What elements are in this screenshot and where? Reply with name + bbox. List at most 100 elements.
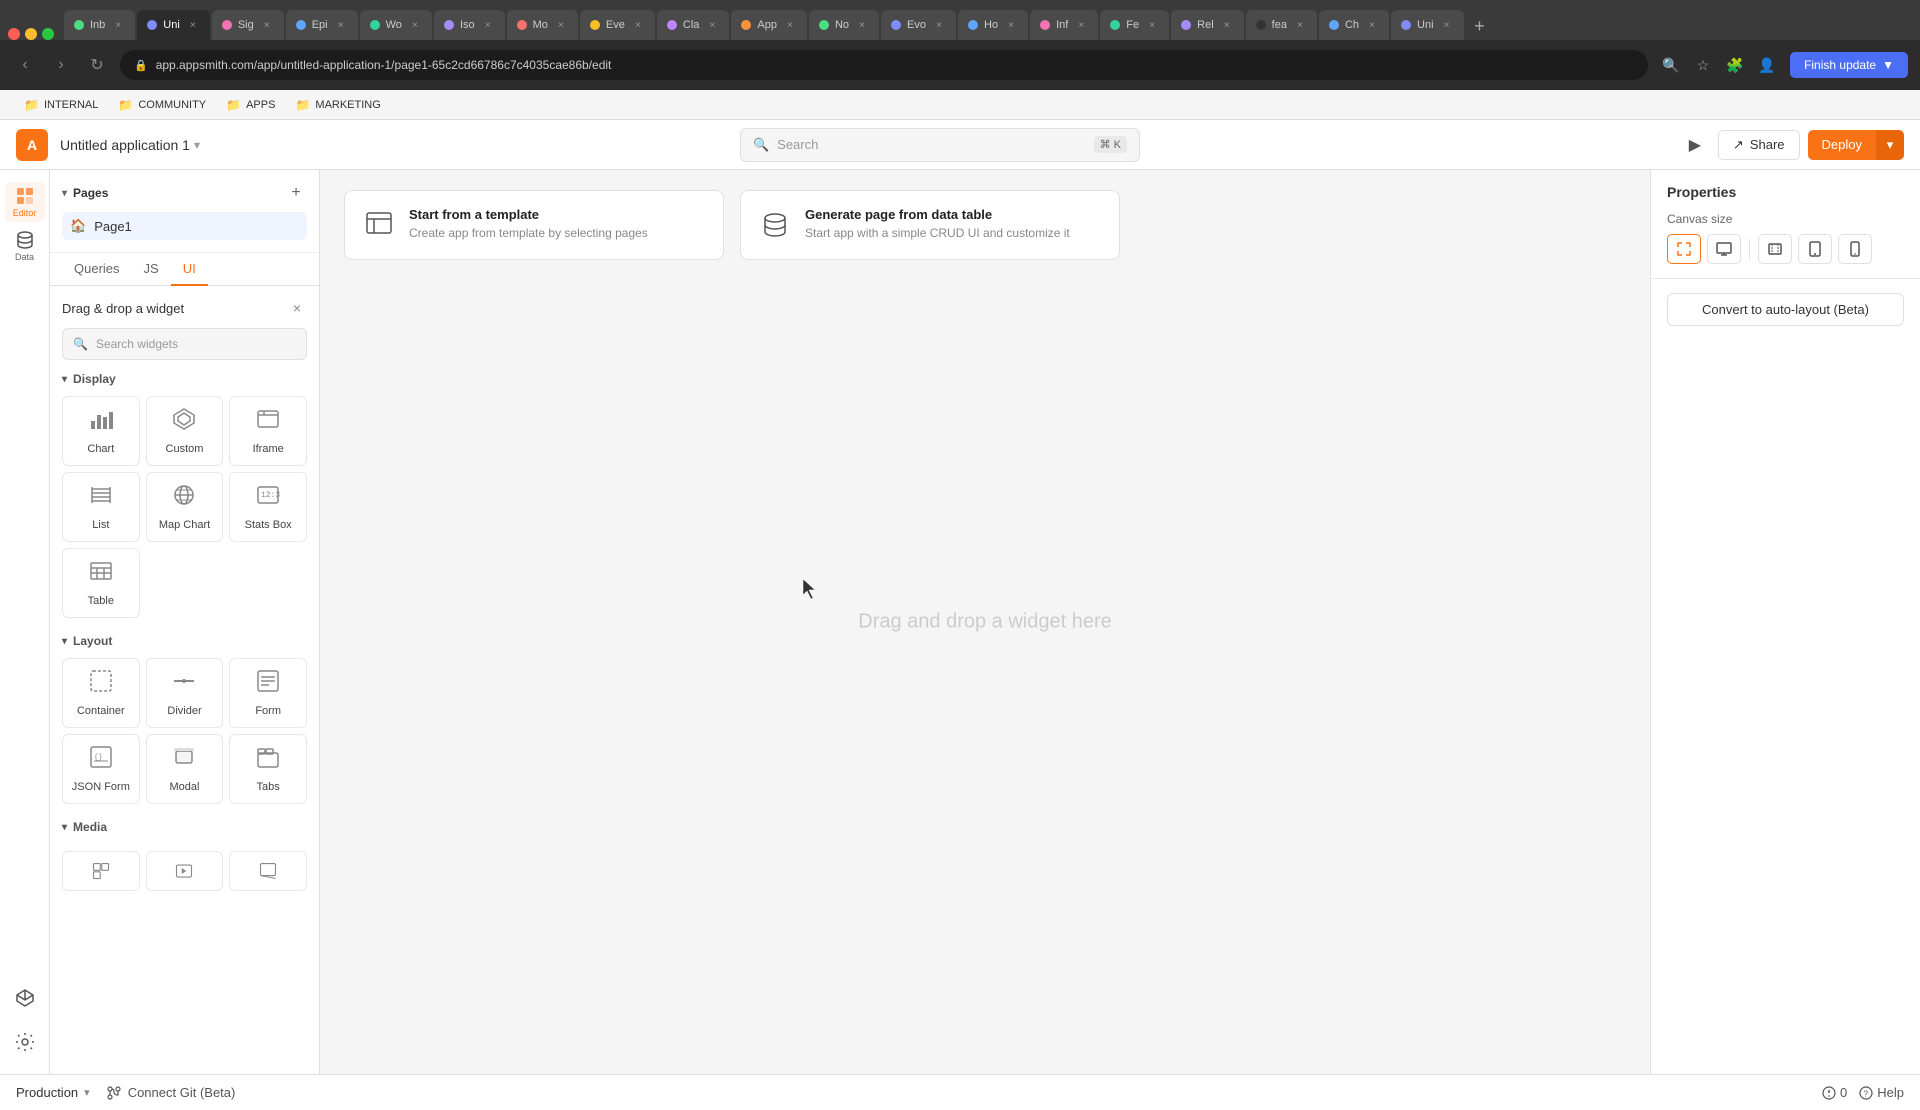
forward-button[interactable]: › bbox=[48, 52, 74, 78]
deploy-button[interactable]: Deploy bbox=[1808, 130, 1876, 160]
bookmark-community[interactable]: 📁 COMMUNITY bbox=[110, 95, 214, 115]
widget-table[interactable]: Table bbox=[62, 548, 140, 618]
issue-count[interactable]: 0 bbox=[1822, 1085, 1847, 1100]
tab-close-uni2[interactable]: × bbox=[1440, 18, 1454, 32]
close-window-btn[interactable] bbox=[8, 28, 20, 40]
canvas-size-mobile[interactable] bbox=[1838, 234, 1872, 264]
play-button[interactable]: ▶ bbox=[1680, 130, 1710, 160]
layout-category-title[interactable]: ▾ Layout bbox=[62, 634, 307, 648]
tab-mo[interactable]: Mo × bbox=[507, 10, 578, 40]
deploy-caret-button[interactable]: ▾ bbox=[1876, 130, 1904, 160]
tab-close-mo[interactable]: × bbox=[554, 18, 568, 32]
media-item-partial-2[interactable] bbox=[146, 851, 224, 891]
tab-epi[interactable]: Epi × bbox=[286, 10, 358, 40]
tab-fe[interactable]: Fe × bbox=[1100, 10, 1169, 40]
tab-close-ch[interactable]: × bbox=[1365, 18, 1379, 32]
widget-json-form[interactable]: {} JSON Form bbox=[62, 734, 140, 804]
data-nav-item[interactable]: Data bbox=[5, 226, 45, 266]
bookmark-btn[interactable]: ☆ bbox=[1690, 52, 1716, 78]
template-card-2[interactable]: Generate page from data table Start app … bbox=[740, 190, 1120, 260]
tab-close-no[interactable]: × bbox=[855, 18, 869, 32]
widget-iframe[interactable]: Iframe bbox=[229, 396, 307, 466]
tab-close-evo[interactable]: × bbox=[932, 18, 946, 32]
tab-ho[interactable]: Ho × bbox=[958, 10, 1028, 40]
env-selector[interactable]: Production ▾ bbox=[16, 1085, 90, 1100]
media-item-partial-3[interactable] bbox=[229, 851, 307, 891]
refresh-button[interactable]: ↻ bbox=[84, 52, 110, 78]
canvas-size-desktop[interactable] bbox=[1707, 234, 1741, 264]
maximize-window-btn[interactable] bbox=[42, 28, 54, 40]
tab-evo[interactable]: Evo × bbox=[881, 10, 956, 40]
tab-close-inf[interactable]: × bbox=[1074, 18, 1088, 32]
tab-close-fe[interactable]: × bbox=[1145, 18, 1159, 32]
tab-close-uni[interactable]: × bbox=[186, 18, 200, 32]
tab-github[interactable]: fea × bbox=[1246, 10, 1317, 40]
bookmark-apps[interactable]: 📁 APPS bbox=[218, 95, 283, 115]
tab-close-wo[interactable]: × bbox=[408, 18, 422, 32]
minimize-window-btn[interactable] bbox=[25, 28, 37, 40]
git-connect-button[interactable]: Connect Git (Beta) bbox=[106, 1085, 236, 1101]
new-tab-button[interactable]: + bbox=[1466, 12, 1494, 40]
tab-uni[interactable]: Uni × bbox=[137, 10, 210, 40]
media-category-title[interactable]: ▾ Media bbox=[62, 820, 307, 834]
cube-nav-item[interactable] bbox=[5, 978, 45, 1018]
header-search[interactable]: 🔍 Search ⌘ K bbox=[740, 128, 1140, 162]
widget-modal[interactable]: Modal bbox=[146, 734, 224, 804]
widget-container[interactable]: Container bbox=[62, 658, 140, 728]
template-card-1[interactable]: Start from a template Create app from te… bbox=[344, 190, 724, 260]
help-button[interactable]: ? Help bbox=[1859, 1085, 1904, 1100]
tab-uni2[interactable]: Uni × bbox=[1391, 10, 1464, 40]
tab-close-inbox[interactable]: × bbox=[111, 18, 125, 32]
zoom-btn[interactable]: 🔍 bbox=[1658, 52, 1684, 78]
url-bar[interactable]: 🔒 app.appsmith.com/app/untitled-applicat… bbox=[120, 50, 1648, 80]
pages-title[interactable]: ▾ Pages bbox=[62, 186, 108, 200]
profile-btn[interactable]: 👤 bbox=[1754, 52, 1780, 78]
tab-inf[interactable]: Inf × bbox=[1030, 10, 1098, 40]
tab-close-iso[interactable]: × bbox=[481, 18, 495, 32]
widget-panel-close-button[interactable]: × bbox=[287, 298, 307, 318]
widget-divider[interactable]: Divider bbox=[146, 658, 224, 728]
bookmark-marketing[interactable]: 📁 MARKETING bbox=[287, 95, 388, 115]
tab-close-cla[interactable]: × bbox=[705, 18, 719, 32]
widget-tabs[interactable]: Tabs bbox=[229, 734, 307, 804]
share-button[interactable]: ↗ Share bbox=[1718, 130, 1800, 160]
tab-iso[interactable]: Iso × bbox=[434, 10, 505, 40]
media-item-partial-1[interactable] bbox=[62, 851, 140, 891]
add-page-button[interactable]: + bbox=[285, 182, 307, 204]
tab-rel[interactable]: Rel × bbox=[1171, 10, 1244, 40]
canvas-size-fluid[interactable] bbox=[1758, 234, 1792, 264]
tab-close-sig[interactable]: × bbox=[260, 18, 274, 32]
tab-wo[interactable]: Wo × bbox=[360, 10, 432, 40]
widget-map-chart[interactable]: Map Chart bbox=[146, 472, 224, 542]
tab-js[interactable]: JS bbox=[132, 253, 171, 286]
tab-ui[interactable]: UI bbox=[171, 253, 208, 286]
editor-nav-item[interactable]: Editor bbox=[5, 182, 45, 222]
widget-list[interactable]: List bbox=[62, 472, 140, 542]
widget-chart[interactable]: Chart bbox=[62, 396, 140, 466]
tab-cla[interactable]: Cla × bbox=[657, 10, 730, 40]
display-category-title[interactable]: ▾ Display bbox=[62, 372, 307, 386]
auto-layout-button[interactable]: Convert to auto-layout (Beta) bbox=[1667, 293, 1904, 326]
extensions-btn[interactable]: 🧩 bbox=[1722, 52, 1748, 78]
back-button[interactable]: ‹ bbox=[12, 52, 38, 78]
widget-stats-box[interactable]: 12:3 Stats Box bbox=[229, 472, 307, 542]
widget-form[interactable]: Form bbox=[229, 658, 307, 728]
tab-close-github[interactable]: × bbox=[1293, 18, 1307, 32]
tab-ch[interactable]: Ch × bbox=[1319, 10, 1389, 40]
tab-eve[interactable]: Eve × bbox=[580, 10, 655, 40]
widget-custom[interactable]: Custom bbox=[146, 396, 224, 466]
canvas-size-fit[interactable] bbox=[1667, 234, 1701, 264]
settings-nav-item[interactable] bbox=[5, 1022, 45, 1062]
finish-update-button[interactable]: Finish update ▼ bbox=[1790, 52, 1908, 78]
tab-close-app[interactable]: × bbox=[783, 18, 797, 32]
tab-close-eve[interactable]: × bbox=[631, 18, 645, 32]
canvas-size-tablet[interactable] bbox=[1798, 234, 1832, 264]
tab-close-epi[interactable]: × bbox=[334, 18, 348, 32]
tab-queries[interactable]: Queries bbox=[62, 253, 132, 286]
page1-item[interactable]: 🏠 Page1 bbox=[62, 212, 307, 240]
tab-sig[interactable]: Sig × bbox=[212, 10, 284, 40]
tab-no[interactable]: No × bbox=[809, 10, 879, 40]
bookmark-internal[interactable]: 📁 INTERNAL bbox=[16, 95, 106, 115]
widget-search[interactable]: 🔍 Search widgets bbox=[62, 328, 307, 360]
tab-inbox[interactable]: Inb × bbox=[64, 10, 135, 40]
